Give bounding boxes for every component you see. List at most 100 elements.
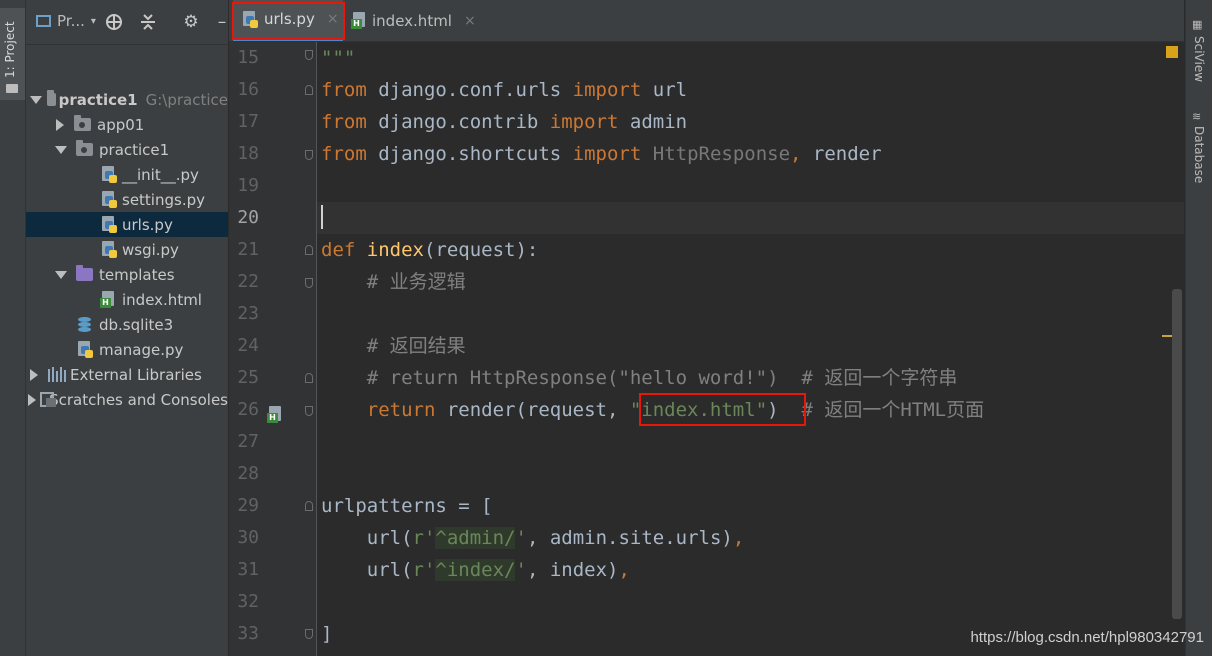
line-number: 15	[237, 47, 259, 68]
fold-marker-icon[interactable]	[305, 85, 313, 95]
close-icon[interactable]: ×	[327, 11, 339, 27]
database-icon: ≋	[1192, 110, 1202, 123]
code-line-25: # return HttpResponse("hello word!") # 返…	[321, 367, 958, 389]
line-number: 17	[237, 111, 259, 132]
tree-item-label: wsgi.py	[122, 240, 179, 259]
tree-item-init-py[interactable]: __init__.py	[26, 162, 228, 187]
line-number: 27	[237, 431, 259, 452]
fold-marker-icon[interactable]	[305, 50, 313, 60]
code-editor[interactable]: 15 16 17 18 19 20 21 22 23 24 25 26 27 2…	[229, 42, 1184, 656]
line-number: 28	[237, 463, 259, 484]
left-tool-strip: 1: Project	[0, 0, 26, 656]
tree-item-settings-py[interactable]: settings.py	[26, 187, 228, 212]
tree-item-project-root[interactable]: practice1 G:\practice	[26, 87, 228, 112]
tree-item-path: G:\practice	[145, 90, 228, 109]
fold-marker-icon[interactable]	[305, 278, 313, 288]
line-number: 19	[237, 175, 259, 196]
library-icon	[48, 367, 66, 382]
line-number: 30	[237, 527, 259, 548]
tab-label: urls.py	[264, 10, 315, 28]
tree-item-practice1-package[interactable]: practice1	[26, 137, 228, 162]
tree-item-manage-py[interactable]: manage.py	[26, 337, 228, 362]
tree-item-label: __init__.py	[122, 165, 199, 184]
html-file-icon: H	[100, 291, 115, 308]
expand-arrow-icon[interactable]	[55, 145, 67, 154]
tree-item-label: app01	[97, 115, 145, 134]
expand-arrow-icon[interactable]	[27, 393, 36, 406]
line-number: 21	[237, 239, 259, 260]
code-line-17: from django.contrib import admin	[321, 111, 688, 133]
templates-folder-icon	[76, 265, 93, 281]
code-line-30: url(r'^admin/', admin.site.urls),	[321, 527, 745, 549]
python-file-icon	[243, 10, 258, 28]
folder-icon	[6, 84, 18, 93]
gear-icon[interactable]: ⚙	[181, 12, 201, 32]
tree-item-label: index.html	[122, 290, 202, 309]
line-number: 26	[237, 399, 259, 420]
project-panel: Pr... ▾ ⚙ – practice1 G:\practice app01 …	[26, 0, 229, 656]
project-tool-window-label: 1: Project	[3, 21, 17, 78]
tree-item-external-libraries[interactable]: External Libraries	[26, 362, 228, 387]
line-number: 24	[237, 335, 259, 356]
expand-arrow-icon[interactable]	[56, 118, 64, 131]
tree-item-templates[interactable]: templates	[26, 262, 228, 287]
vertical-scrollbar[interactable]	[1172, 289, 1182, 619]
inspection-status-icon[interactable]	[1166, 46, 1178, 58]
tree-item-label: templates	[99, 265, 175, 284]
line-number: 25	[237, 367, 259, 388]
fold-marker-icon[interactable]	[305, 406, 313, 416]
tree-item-wsgi-py[interactable]: wsgi.py	[26, 237, 228, 262]
project-toolbar: Pr... ▾ ⚙ –	[26, 0, 228, 45]
line-number: 20	[237, 207, 259, 228]
project-view-label: Pr...	[57, 12, 85, 30]
tree-item-label: db.sqlite3	[99, 315, 174, 334]
fold-marker-icon[interactable]	[305, 245, 313, 255]
locate-icon[interactable]	[104, 12, 124, 32]
line-number: 33	[237, 623, 259, 644]
fold-marker-icon[interactable]	[305, 373, 313, 383]
html-file-icon: H	[351, 12, 366, 29]
project-view-selector[interactable]: Pr... ▾	[36, 12, 96, 30]
expand-arrow-icon[interactable]	[30, 368, 38, 381]
python-file-icon	[102, 191, 117, 208]
python-file-icon	[102, 241, 117, 258]
expand-arrow-icon[interactable]	[55, 270, 67, 279]
line-number: 16	[237, 79, 259, 100]
hide-icon[interactable]: –	[212, 12, 228, 32]
expand-arrow-icon[interactable]	[30, 95, 43, 104]
chevron-down-icon: ▾	[90, 15, 96, 27]
database-tab[interactable]: Database	[1192, 126, 1206, 183]
tab-index-html[interactable]: H index.html ×	[349, 0, 476, 41]
tree-item-urls-py[interactable]: urls.py	[26, 212, 228, 237]
tree-item-app01[interactable]: app01	[26, 112, 228, 137]
collapse-all-icon[interactable]	[138, 12, 158, 32]
html-file-gutter-icon[interactable]: H	[267, 406, 282, 423]
tab-urls-py[interactable]: urls.py ×	[233, 0, 343, 41]
code-area[interactable]: """ from django.conf.urls import url fro…	[321, 42, 984, 645]
tree-item-scratches[interactable]: Scratches and Consoles	[26, 387, 228, 412]
code-line-16: from django.conf.urls import url	[321, 79, 688, 101]
tree-item-label: practice1	[99, 140, 170, 159]
line-number: 29	[237, 495, 259, 516]
line-number: 22	[237, 271, 259, 292]
tree-item-label: manage.py	[99, 340, 184, 359]
line-number: 23	[237, 303, 259, 324]
fold-marker-icon[interactable]	[305, 629, 313, 639]
code-line-21: def index(request):	[321, 239, 539, 261]
tree-item-index-html[interactable]: H index.html	[26, 287, 228, 312]
code-line-18: from django.shortcuts import HttpRespons…	[321, 143, 882, 165]
editor-tab-bar: urls.py × H index.html ×	[229, 0, 1184, 42]
code-line-29: urlpatterns = [	[321, 495, 493, 517]
code-line-15: """	[321, 47, 356, 69]
tree-item-label: practice1	[58, 90, 138, 109]
project-window-icon	[36, 15, 51, 27]
right-tool-strip: ▦ SciView ≋ Database	[1185, 0, 1212, 656]
tree-item-db-sqlite3[interactable]: db.sqlite3	[26, 312, 228, 337]
fold-marker-icon[interactable]	[305, 150, 313, 160]
fold-marker-icon[interactable]	[305, 501, 313, 511]
line-number: 31	[237, 559, 259, 580]
package-folder-icon	[76, 140, 93, 156]
sciview-tab[interactable]: SciView	[1192, 36, 1206, 82]
close-icon[interactable]: ×	[464, 13, 476, 29]
folder-icon	[47, 90, 56, 106]
